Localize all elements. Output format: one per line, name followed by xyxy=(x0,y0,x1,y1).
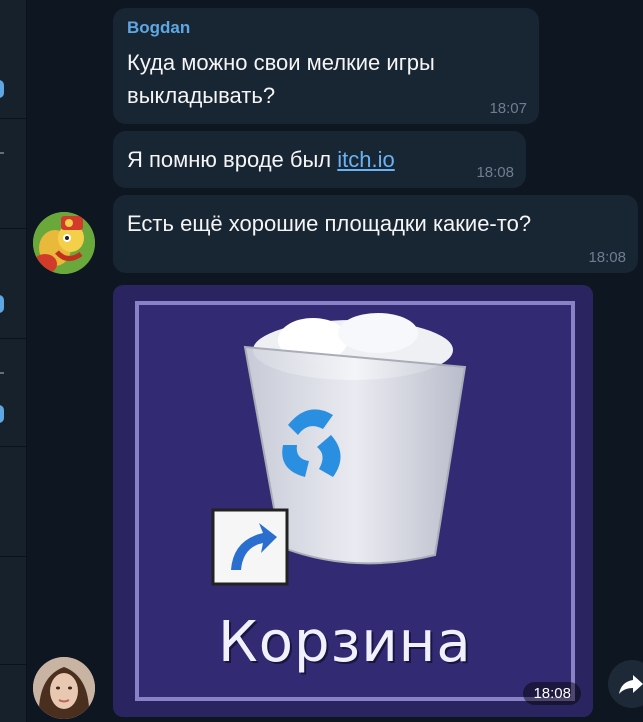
divider xyxy=(0,556,26,557)
message-bubble[interactable]: Bogdan Куда можно свои мелкие игры выкла… xyxy=(113,8,539,124)
image-message[interactable]: Корзина 18:08 xyxy=(113,285,593,717)
message-bubble[interactable]: Я помню вроде был itch.io 18:08 xyxy=(113,131,526,188)
chat-list-strip[interactable] xyxy=(0,0,27,722)
message-text: Есть ещё хорошие площадки какие-то? xyxy=(127,211,532,236)
unread-indicator xyxy=(0,80,4,98)
unread-indicator xyxy=(0,295,4,313)
message-text: Я помню вроде был itch.io xyxy=(127,143,395,176)
divider xyxy=(0,118,26,119)
divider xyxy=(0,338,26,339)
forward-icon xyxy=(619,675,643,694)
divider xyxy=(0,228,26,229)
message-line: выкладывать? xyxy=(127,83,276,108)
message-line: Куда можно свои мелкие игры xyxy=(127,50,435,75)
user-avatar[interactable] xyxy=(33,657,95,719)
message-text: Куда можно свои мелкие игры выкладывать? xyxy=(127,46,435,112)
message-text-part: Я помню вроде был xyxy=(127,147,338,172)
avatar-photo-icon xyxy=(33,657,95,719)
message-bubble[interactable]: Есть ещё хорошие площадки какие-то? 18:0… xyxy=(113,195,638,273)
image-time: 18:08 xyxy=(523,682,581,705)
divider xyxy=(0,446,26,447)
message-time: 18:08 xyxy=(588,249,626,266)
message-time: 18:07 xyxy=(489,100,527,117)
user-avatar[interactable] xyxy=(33,212,95,274)
message-time: 18:08 xyxy=(476,164,514,181)
avatar-cartoon-icon xyxy=(33,212,95,274)
unread-indicator xyxy=(0,405,4,423)
sender-name[interactable]: Bogdan xyxy=(127,18,190,38)
list-marker xyxy=(0,152,4,154)
desktop-icon-caption: Корзина xyxy=(218,610,472,675)
forward-button[interactable] xyxy=(608,660,643,708)
list-marker xyxy=(0,372,4,374)
divider xyxy=(0,664,26,665)
itch-io-link[interactable]: itch.io xyxy=(337,147,394,172)
